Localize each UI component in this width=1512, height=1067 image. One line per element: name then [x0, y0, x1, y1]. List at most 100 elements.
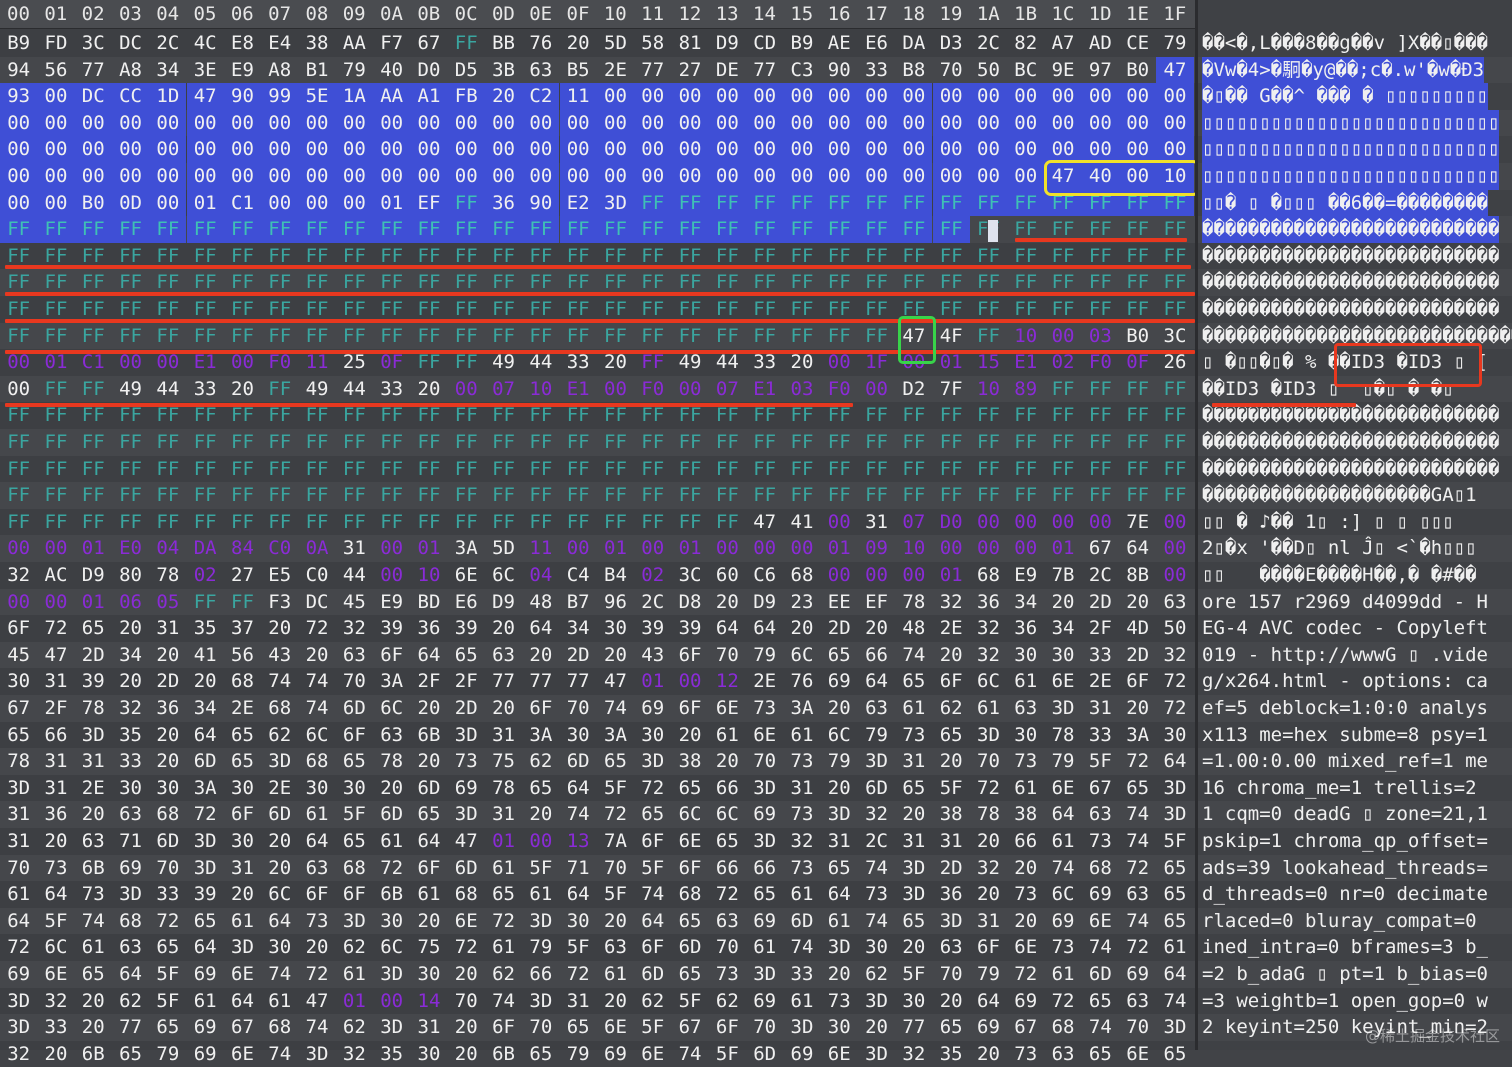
- hex-byte[interactable]: E5: [261, 562, 298, 589]
- hex-byte[interactable]: 00: [634, 535, 671, 562]
- hex-byte[interactable]: FF: [522, 456, 559, 483]
- hex-byte[interactable]: FF: [746, 482, 783, 509]
- hex-byte[interactable]: 73: [298, 908, 335, 935]
- hex-byte[interactable]: 00: [634, 83, 672, 110]
- hex-byte[interactable]: 65: [671, 908, 708, 935]
- hex-byte[interactable]: 65: [1082, 1041, 1119, 1067]
- hex-byte[interactable]: 20: [821, 695, 858, 722]
- hex-byte[interactable]: 32: [336, 615, 373, 642]
- hex-byte[interactable]: 61: [410, 881, 447, 908]
- hex-byte[interactable]: 00: [1044, 323, 1081, 350]
- hex-byte[interactable]: FF: [783, 429, 820, 456]
- hex-byte[interactable]: FF: [746, 323, 783, 350]
- hex-byte[interactable]: 7F: [933, 376, 970, 403]
- hex-byte[interactable]: 66: [37, 722, 74, 749]
- hex-byte[interactable]: 6B: [485, 1041, 522, 1067]
- hex-byte[interactable]: 61: [522, 881, 559, 908]
- hex-byte[interactable]: 20: [448, 961, 485, 988]
- hex-byte[interactable]: 65: [485, 881, 522, 908]
- hex-row[interactable]: 00 00 01 E0 04 DA 84 C0 0A 31 00 01 3A 5D 11 00 01 00 01 00…: [0, 535, 1196, 562]
- hex-byte[interactable]: FF: [261, 376, 298, 403]
- hex-byte[interactable]: FF: [522, 323, 559, 350]
- hex-byte[interactable]: 3D: [821, 801, 858, 828]
- hex-byte[interactable]: FF: [970, 482, 1007, 509]
- hex-byte[interactable]: 61: [895, 695, 932, 722]
- hex-byte[interactable]: 32: [933, 589, 970, 616]
- hex-byte[interactable]: 20: [485, 615, 522, 642]
- hex-byte[interactable]: 00: [373, 163, 411, 190]
- hex-byte[interactable]: 62: [858, 961, 895, 988]
- hex-byte[interactable]: D9: [75, 562, 112, 589]
- hex-byte[interactable]: 39: [634, 615, 671, 642]
- hex-byte[interactable]: 20: [224, 376, 261, 403]
- hex-byte[interactable]: FF: [224, 429, 261, 456]
- hex-byte[interactable]: 6E: [448, 562, 485, 589]
- hex-byte[interactable]: 00: [1081, 109, 1119, 137]
- hex-byte[interactable]: 67: [1082, 535, 1119, 562]
- hex-byte[interactable]: 00: [335, 163, 373, 190]
- hex-byte[interactable]: 63: [1082, 801, 1119, 828]
- hex-byte[interactable]: 00: [261, 163, 299, 190]
- hex-byte[interactable]: 00: [634, 109, 672, 137]
- hex-byte[interactable]: 3D: [0, 988, 37, 1015]
- hex-byte[interactable]: 69: [746, 908, 783, 935]
- hex-byte[interactable]: FF: [1007, 456, 1044, 483]
- hex-byte[interactable]: 5F: [933, 775, 970, 802]
- hex-byte[interactable]: 00: [895, 136, 933, 163]
- ascii-pane[interactable]: ��<�,L���8��g��v ]X��▯��� �Vw�4>�駉�y@��;c…: [1198, 0, 1512, 1050]
- hex-byte[interactable]: 63: [1119, 988, 1156, 1015]
- hex-byte[interactable]: E9: [224, 57, 261, 84]
- hex-byte[interactable]: FF: [522, 482, 559, 509]
- hex-byte[interactable]: 1D: [149, 83, 187, 110]
- hex-byte[interactable]: 6E: [671, 828, 708, 855]
- hex-byte[interactable]: FF: [0, 216, 38, 243]
- hex-byte[interactable]: 00: [1081, 136, 1119, 163]
- hex-byte[interactable]: 5F: [671, 988, 708, 1015]
- hex-byte[interactable]: 00: [74, 163, 112, 190]
- hex-byte[interactable]: 72: [1119, 855, 1156, 882]
- hex-byte[interactable]: FF: [895, 216, 933, 243]
- hex-byte[interactable]: 00: [708, 136, 746, 163]
- hex-byte[interactable]: 61: [187, 988, 224, 1015]
- hex-byte[interactable]: 67: [671, 1014, 708, 1041]
- hex-byte[interactable]: 6C: [373, 934, 410, 961]
- hex-byte[interactable]: 63: [485, 642, 522, 669]
- hex-byte[interactable]: 32: [783, 828, 820, 855]
- hex-byte[interactable]: 00: [37, 189, 75, 217]
- hex-byte[interactable]: 30: [336, 775, 373, 802]
- hex-byte[interactable]: 2F: [448, 668, 485, 695]
- hex-byte[interactable]: 47: [298, 988, 335, 1015]
- hex-byte[interactable]: 89: [1007, 376, 1044, 403]
- hex-byte[interactable]: 20: [1044, 589, 1081, 616]
- hex-byte[interactable]: 67: [1082, 775, 1119, 802]
- hex-byte[interactable]: 56: [37, 57, 74, 84]
- hex-byte[interactable]: 66: [1007, 828, 1044, 855]
- hex-byte[interactable]: DC: [112, 30, 149, 57]
- hex-byte[interactable]: 33: [783, 961, 820, 988]
- hex-byte[interactable]: 6D: [336, 695, 373, 722]
- hex-byte[interactable]: A1: [410, 83, 448, 110]
- hex-byte[interactable]: 5F: [37, 908, 74, 935]
- hex-byte[interactable]: 3D: [746, 775, 783, 802]
- hex-byte[interactable]: CD: [746, 30, 783, 57]
- hex-byte[interactable]: 10: [522, 376, 559, 403]
- hex-byte[interactable]: FF: [261, 323, 298, 350]
- hex-byte[interactable]: 00: [410, 163, 448, 190]
- hex-byte[interactable]: 63: [1044, 1041, 1081, 1067]
- hex-byte[interactable]: FF: [709, 509, 746, 536]
- hex-byte[interactable]: D2: [895, 376, 932, 403]
- hex-byte[interactable]: 4D: [1119, 615, 1156, 642]
- hex-byte[interactable]: 34: [112, 642, 149, 669]
- hex-byte[interactable]: 69: [187, 961, 224, 988]
- hex-byte[interactable]: 63: [597, 934, 634, 961]
- hex-byte[interactable]: 64: [187, 934, 224, 961]
- hex-byte[interactable]: 6D: [634, 961, 671, 988]
- hex-byte[interactable]: 63: [522, 57, 559, 84]
- hex-byte[interactable]: FF: [373, 509, 410, 536]
- hex-byte[interactable]: 20: [671, 722, 708, 749]
- hex-byte[interactable]: 74: [261, 961, 298, 988]
- hex-byte[interactable]: 79: [970, 961, 1007, 988]
- hex-byte[interactable]: 00: [708, 109, 746, 137]
- hex-byte[interactable]: 00: [484, 163, 523, 190]
- hex-byte[interactable]: 72: [298, 615, 335, 642]
